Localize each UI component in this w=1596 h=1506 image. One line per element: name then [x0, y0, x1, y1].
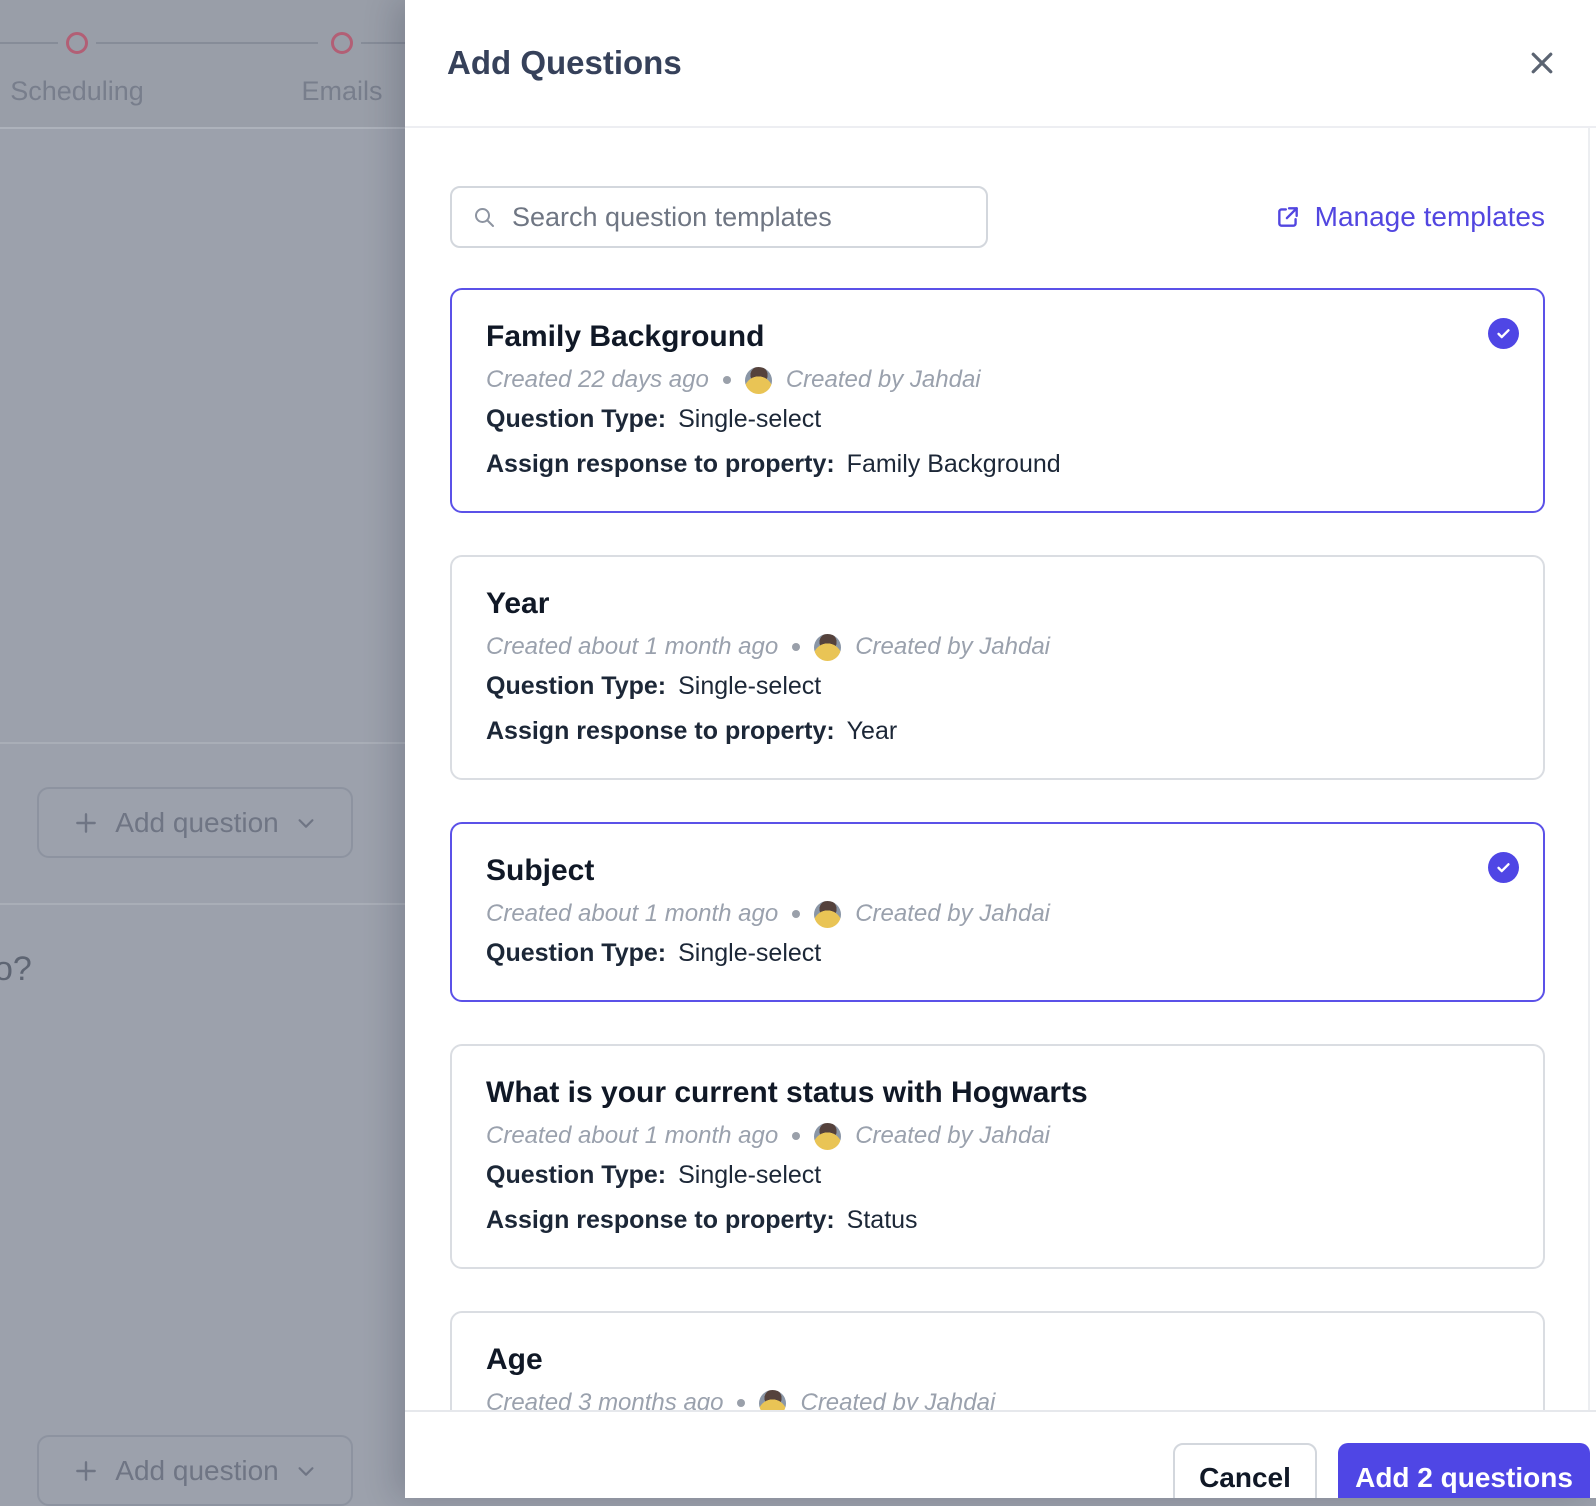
created-date: Created about 1 month ago [486, 900, 779, 927]
stepper-line [0, 42, 58, 44]
card-meta: Created about 1 month ago Created by Jah… [486, 1122, 1507, 1150]
add-questions-button[interactable]: Add 2 questions [1338, 1443, 1590, 1498]
modal-title: Add Questions [447, 44, 682, 81]
created-date: Created about 1 month ago [486, 1122, 779, 1149]
stepper-line [361, 42, 405, 44]
assign-property-row: Assign response to property: Year [486, 716, 1507, 746]
question-type-value: Single-select [678, 405, 822, 433]
assign-property-label: Assign response to property: [486, 450, 835, 478]
created-by: Created by Jahdai [785, 366, 981, 393]
avatar [744, 366, 772, 394]
dot-separator [792, 910, 801, 918]
assign-property-value: Status [846, 1206, 918, 1234]
card-meta: Created 3 months ago Created by Jahdai [486, 1389, 1507, 1410]
question-type-row: Question Type: Single-select [486, 671, 1507, 701]
template-card-hogwarts-status[interactable]: What is your current status with Hogwart… [450, 1044, 1545, 1269]
template-card-year[interactable]: Year Created about 1 month ago Created b… [450, 555, 1545, 780]
assign-property-value: Family Background [846, 450, 1061, 478]
question-type-value: Single-select [678, 939, 822, 967]
created-date: Created 3 months ago [486, 1389, 724, 1410]
avatar [814, 633, 842, 661]
question-type-label: Question Type: [486, 405, 667, 433]
add-question-button-bottom[interactable]: Add question [37, 1435, 353, 1506]
search-row: Manage templates [450, 186, 1545, 248]
question-type-row: Question Type: Single-select [486, 938, 1507, 968]
stepper-label-scheduling[interactable]: Scheduling [10, 76, 144, 107]
plus-icon [76, 812, 97, 833]
stepper-line [96, 42, 318, 44]
stepper-circle-emails[interactable] [331, 32, 353, 54]
template-card-family-background[interactable]: Family Background Created 22 days ago Cr… [450, 288, 1545, 513]
created-date: Created 22 days ago [486, 366, 709, 393]
avatar [814, 900, 842, 928]
assign-property-row: Assign response to property: Family Backg… [486, 449, 1507, 479]
created-by: Created by Jahdai [800, 1389, 996, 1410]
card-title: Year [486, 587, 550, 620]
avatar [814, 1122, 842, 1150]
card-title: What is your current status with Hogwart… [486, 1076, 1088, 1109]
stepper-circle-scheduling[interactable] [66, 32, 88, 54]
close-icon [1531, 52, 1553, 74]
question-type-row: Question Type: Single-select [486, 1160, 1507, 1190]
add-question-label: Add question [115, 806, 279, 838]
assign-property-label: Assign response to property: [486, 1206, 835, 1234]
dot-separator [792, 1132, 801, 1140]
created-by: Created by Jahdai [855, 633, 1051, 660]
scrollbar[interactable] [1588, 128, 1590, 1410]
question-type-value: Single-select [678, 672, 822, 700]
manage-templates-label: Manage templates [1314, 201, 1545, 232]
assign-property-row: Assign response to property: Status [486, 1205, 1507, 1235]
chevron-down-icon [298, 818, 314, 828]
created-by: Created by Jahdai [855, 1122, 1051, 1149]
search-icon [475, 208, 494, 227]
dot-separator [722, 376, 731, 384]
card-title: Subject [486, 854, 595, 887]
modal-header: Add Questions [405, 0, 1596, 128]
manage-templates-link[interactable]: Manage templates [1275, 201, 1545, 233]
dot-separator [792, 643, 801, 651]
assign-property-label: Assign response to property: [486, 717, 835, 745]
card-title: Family Background [486, 320, 765, 353]
card-meta: Created about 1 month ago Created by Jah… [486, 633, 1507, 661]
question-type-label: Question Type: [486, 939, 667, 967]
cancel-button[interactable]: Cancel [1173, 1443, 1317, 1498]
selected-check-icon [1488, 852, 1519, 883]
modal-content: Manage templates Family Background Creat… [405, 128, 1596, 1410]
question-type-label: Question Type: [486, 1161, 667, 1189]
search-box[interactable] [450, 186, 988, 248]
add-question-label: Add question [115, 1454, 279, 1486]
question-template-list: Family Background Created 22 days ago Cr… [450, 288, 1545, 1410]
add-questions-modal: Add Questions Manage templates Family B [405, 0, 1596, 1498]
search-input[interactable] [512, 201, 966, 233]
dot-separator [737, 1399, 746, 1407]
close-button[interactable] [1514, 35, 1570, 91]
selected-check-icon [1488, 318, 1519, 349]
external-link-icon [1277, 207, 1298, 227]
template-card-age[interactable]: Age Created 3 months ago Created by Jahd… [450, 1311, 1545, 1410]
chevron-down-icon [298, 1466, 314, 1476]
assign-property-value: Year [846, 717, 898, 745]
question-type-row: Question Type: Single-select [486, 404, 1507, 434]
template-card-subject[interactable]: Subject Created about 1 month ago Create… [450, 822, 1545, 1002]
clipped-question-text: o? [0, 950, 32, 988]
stepper-label-emails[interactable]: Emails [301, 76, 382, 107]
avatar [759, 1389, 787, 1410]
card-meta: Created about 1 month ago Created by Jah… [486, 900, 1507, 928]
modal-footer: Cancel Add 2 questions [405, 1410, 1596, 1498]
question-type-value: Single-select [678, 1161, 822, 1189]
plus-icon [76, 1460, 97, 1481]
add-question-button[interactable]: Add question [37, 787, 353, 858]
question-type-label: Question Type: [486, 672, 667, 700]
created-date: Created about 1 month ago [486, 633, 779, 660]
created-by: Created by Jahdai [855, 900, 1051, 927]
card-meta: Created 22 days ago Created by Jahdai [486, 366, 1507, 394]
card-title: Age [486, 1343, 543, 1376]
